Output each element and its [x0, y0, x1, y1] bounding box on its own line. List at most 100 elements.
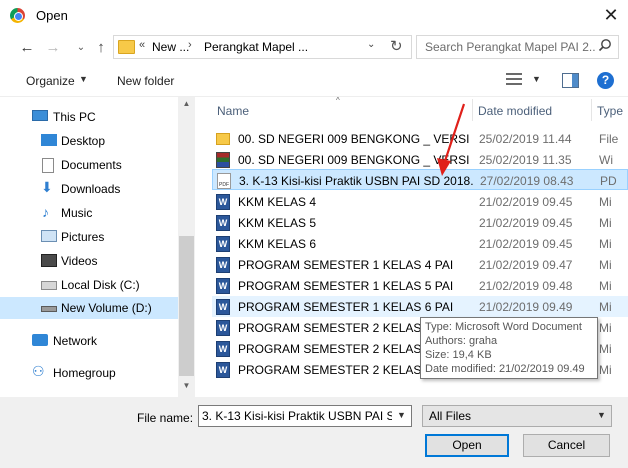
file-date: 21/02/2019 09.48: [479, 279, 573, 293]
sidebar-item-this-pc[interactable]: This PC: [0, 106, 178, 128]
help-icon[interactable]: ?: [597, 72, 614, 89]
command-bar: Organize ▼ New folder ▼: [0, 65, 628, 97]
sidebar-item-label: Pictures: [61, 230, 105, 244]
file-name: PROGRAM SEMESTER 1 KELAS 5 PAI: [238, 279, 454, 293]
file-date: 21/02/2019 09.45: [479, 195, 573, 209]
breadcrumb-new-volume[interactable]: New ...: [152, 40, 189, 54]
column-header-name[interactable]: Name: [217, 104, 249, 118]
sidebar-item-documents[interactable]: Documents: [0, 154, 178, 176]
preview-pane-icon[interactable]: [562, 73, 579, 88]
folder-icon: [118, 40, 135, 54]
scroll-up-icon[interactable]: ▲: [178, 99, 195, 108]
address-dropdown-icon[interactable]: ⌄: [367, 39, 375, 50]
tooltip-date-modified: Date modified: 21/02/2019 09.49: [425, 363, 585, 375]
navigation-pane: This PC Desktop Documents ⬇ Downloads ♪ …: [0, 97, 196, 397]
search-box[interactable]: Search Perangkat Mapel PAI 2...: [416, 35, 619, 59]
file-type: Mi: [599, 195, 612, 209]
column-header-type[interactable]: Type: [597, 104, 628, 118]
forward-button[interactable]: →: [42, 37, 64, 59]
word-document-icon: W: [216, 257, 230, 273]
breadcrumb-separator-icon[interactable]: ›: [188, 39, 192, 51]
word-document-icon: W: [216, 320, 230, 336]
sidebar-scrollbar-thumb[interactable]: [179, 236, 194, 376]
sidebar-item-label: New Volume (D:): [61, 301, 152, 315]
file-type: Wi: [599, 153, 613, 167]
filter-dropdown-icon[interactable]: ▼: [597, 410, 606, 420]
refresh-icon[interactable]: ↻: [390, 37, 403, 55]
file-row-hovered[interactable]: W PROGRAM SEMESTER 1 KELAS 6 PAI 21/02/2…: [212, 296, 628, 317]
column-header-date-modified[interactable]: Date modified: [478, 104, 552, 118]
change-view-icon[interactable]: [506, 72, 524, 86]
back-button[interactable]: ←: [16, 37, 38, 59]
organize-dropdown-icon[interactable]: ▼: [79, 74, 88, 84]
file-name: PROGRAM SEMESTER 1 KELAS 4 PAI: [238, 258, 454, 272]
sidebar-item-network[interactable]: Network: [0, 330, 178, 352]
window-title: Open: [36, 8, 68, 23]
sidebar-item-new-volume[interactable]: New Volume (D:): [0, 297, 178, 319]
tooltip-authors: Authors: graha: [425, 335, 498, 347]
disk-icon: [41, 281, 57, 290]
sidebar-item-label: This PC: [53, 110, 96, 124]
file-name-label: File name:: [137, 411, 194, 425]
file-type: Mi: [599, 300, 612, 314]
word-document-icon: W: [216, 341, 230, 357]
file-type-filter-value: All Files: [429, 409, 472, 423]
breadcrumb-perangkat-mapel[interactable]: Perangkat Mapel ...: [204, 40, 308, 54]
word-document-icon: W: [216, 299, 230, 315]
file-info-tooltip: Type: Microsoft Word Document Authors: g…: [420, 317, 598, 379]
sidebar-item-downloads[interactable]: ⬇ Downloads: [0, 178, 178, 200]
word-document-icon: W: [216, 236, 230, 252]
computer-icon: [32, 110, 48, 121]
title-bar: [0, 0, 628, 31]
sidebar-item-local-disk[interactable]: Local Disk (C:): [0, 274, 178, 296]
new-folder-button[interactable]: New folder: [117, 74, 174, 88]
sidebar-item-label: Documents: [61, 158, 122, 172]
file-type: Mi: [599, 363, 612, 377]
word-document-icon: W: [216, 362, 230, 378]
file-name-input[interactable]: 3. K-13 Kisi-kisi Praktik USBN PAI SD: [202, 409, 392, 423]
address-bar[interactable]: « New ... › Perangkat Mapel ... ⌄ ↻: [113, 35, 412, 59]
sidebar-item-label: Desktop: [61, 134, 106, 148]
file-row[interactable]: W KKM KELAS 5 21/02/2019 09.45 Mi: [212, 212, 628, 233]
overflow-chevron-icon[interactable]: «: [139, 39, 145, 51]
sidebar-item-music[interactable]: ♪ Music: [0, 202, 178, 224]
file-name-combobox[interactable]: 3. K-13 Kisi-kisi Praktik USBN PAI SD ▼: [198, 405, 412, 427]
close-button[interactable]: ✕: [594, 0, 628, 31]
up-button[interactable]: ↑: [90, 37, 112, 59]
scroll-down-icon[interactable]: ▼: [178, 381, 195, 390]
network-icon: [32, 334, 48, 346]
sidebar-item-label: Downloads: [61, 182, 121, 196]
file-row[interactable]: W PROGRAM SEMESTER 1 KELAS 4 PAI 21/02/2…: [212, 254, 628, 275]
cancel-button[interactable]: Cancel: [523, 434, 610, 457]
word-document-icon: W: [216, 215, 230, 231]
file-name-dropdown-icon[interactable]: ▼: [397, 410, 406, 420]
file-row[interactable]: W KKM KELAS 6 21/02/2019 09.45 Mi: [212, 233, 628, 254]
file-date: 21/02/2019 09.49: [479, 300, 573, 314]
file-type: File: [599, 132, 619, 146]
sidebar-item-pictures[interactable]: Pictures: [0, 226, 178, 248]
recent-locations-button[interactable]: ⌄: [70, 37, 92, 59]
drive-icon: [41, 306, 57, 312]
word-document-icon: W: [216, 194, 230, 210]
desktop-icon: [41, 134, 57, 146]
file-date: 21/02/2019 09.45: [479, 237, 573, 251]
tooltip-size: Size: 19,4 KB: [425, 349, 492, 361]
sidebar-item-homegroup[interactable]: ⚇ Homegroup: [0, 362, 178, 384]
winrar-archive-icon: [216, 152, 230, 168]
file-type-filter[interactable]: All Files ▼: [422, 405, 612, 427]
music-icon: ♪: [42, 204, 49, 220]
file-row[interactable]: W KKM KELAS 4 21/02/2019 09.45 Mi: [212, 191, 628, 212]
view-dropdown-icon[interactable]: ▼: [532, 74, 541, 84]
file-type: Mi: [599, 237, 612, 251]
sidebar-item-desktop[interactable]: Desktop: [0, 130, 178, 152]
search-input[interactable]: Search Perangkat Mapel PAI 2...: [425, 40, 595, 54]
sidebar-item-videos[interactable]: Videos: [0, 250, 178, 272]
column-divider[interactable]: [591, 99, 592, 121]
file-date: 21/02/2019 09.47: [479, 258, 573, 272]
open-button[interactable]: Open: [425, 434, 509, 457]
file-row[interactable]: W PROGRAM SEMESTER 1 KELAS 5 PAI 21/02/2…: [212, 275, 628, 296]
downloads-icon: ⬇: [41, 179, 53, 195]
organize-button[interactable]: Organize: [26, 74, 75, 88]
sidebar-item-label: Network: [53, 334, 98, 348]
word-document-icon: W: [216, 278, 230, 294]
